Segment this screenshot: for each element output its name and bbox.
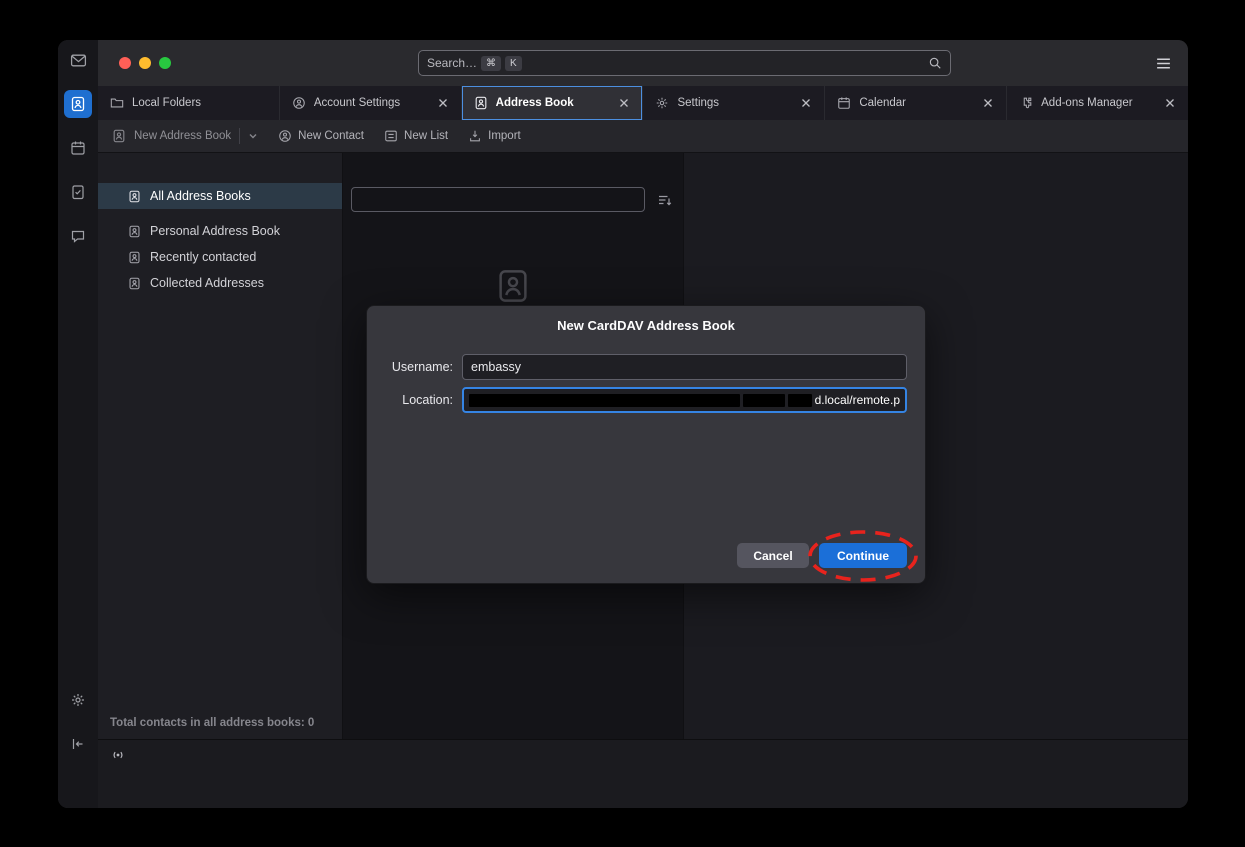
import-label: Import (488, 130, 521, 142)
app-menu-icon[interactable] (1155, 55, 1172, 72)
tab-label: Settings (677, 97, 719, 109)
minimize-window-button[interactable] (139, 57, 151, 69)
new-carddav-dialog: New CardDAV Address Book Username: Locat… (366, 305, 926, 584)
continue-button[interactable]: Continue (819, 543, 907, 568)
close-window-button[interactable] (119, 57, 131, 69)
empty-contacts-placeholder-icon (343, 268, 683, 304)
network-radio-icon (110, 747, 126, 763)
tab-close-icon[interactable] (800, 97, 812, 109)
tab-address-book[interactable]: Address Book (461, 86, 643, 120)
tab-local-folders[interactable]: Local Folders (98, 86, 279, 120)
new-contact-button[interactable]: New Contact (278, 129, 364, 143)
global-search-bar[interactable]: Search… ⌘ K (418, 50, 951, 76)
tab-close-icon[interactable] (437, 97, 449, 109)
new-list-label: New List (404, 130, 448, 142)
folder-row-label: Personal Address Book (150, 224, 280, 238)
folder-row-collected-addresses[interactable]: Collected Addresses (98, 270, 342, 296)
contacts-search-input[interactable] (351, 187, 645, 212)
cancel-button[interactable]: Cancel (737, 543, 809, 568)
tab-close-icon[interactable] (618, 97, 630, 109)
traffic-lights (98, 57, 171, 69)
tab-calendar[interactable]: Calendar (824, 86, 1006, 120)
account-settings-icon (292, 96, 306, 110)
search-icon (928, 56, 942, 70)
status-bar (98, 739, 1188, 808)
folder-row-all-address-books[interactable]: All Address Books (98, 183, 342, 209)
calendar-icon (837, 96, 851, 110)
address-book-icon (128, 190, 141, 203)
person-icon (278, 129, 292, 143)
new-address-book-button[interactable]: New Address Book (112, 128, 258, 144)
tab-settings[interactable]: Settings (642, 86, 824, 120)
mail-icon[interactable] (64, 46, 92, 74)
total-contacts-status: Total contacts in all address books: 0 (98, 717, 342, 739)
folder-row-personal-address-book[interactable]: Personal Address Book (98, 218, 342, 244)
cmd-key-badge: ⌘ (481, 56, 501, 71)
redaction-bar (743, 394, 785, 407)
address-book-icon (112, 129, 126, 143)
redaction-bar (469, 394, 740, 407)
tab-close-icon[interactable] (982, 97, 994, 109)
display-options-icon[interactable] (657, 192, 673, 208)
new-address-book-label: New Address Book (134, 130, 231, 142)
address-book-icon (128, 277, 141, 290)
tab-bar: Local Folders Account Settings Address B… (98, 86, 1188, 120)
activity-bar (58, 40, 98, 808)
tab-label: Account Settings (314, 97, 400, 109)
collapse-sidebar-icon[interactable] (64, 730, 92, 758)
tab-label: Calendar (859, 97, 906, 109)
tab-label: Local Folders (132, 97, 201, 109)
list-icon (384, 129, 398, 143)
tab-account-settings[interactable]: Account Settings (279, 86, 461, 120)
import-icon (468, 129, 482, 143)
gear-icon (655, 96, 669, 110)
new-contact-label: New Contact (298, 130, 364, 142)
new-list-button[interactable]: New List (384, 129, 448, 143)
tab-close-icon[interactable] (1164, 97, 1176, 109)
username-input[interactable] (462, 354, 907, 380)
address-book-icon (474, 96, 488, 110)
address-book-icon (128, 251, 141, 264)
address-book-toolbar: New Address Book New Contact New List (98, 120, 1188, 153)
dialog-title: New CardDAV Address Book (367, 318, 925, 333)
folder-row-label: Collected Addresses (150, 276, 264, 290)
folder-row-label: Recently contacted (150, 250, 256, 264)
k-key-badge: K (505, 56, 522, 71)
chat-nav-icon[interactable] (64, 222, 92, 250)
location-visible-text: d.local/remote.p (815, 393, 900, 407)
username-label: Username: (367, 360, 453, 374)
tab-addons-manager[interactable]: Add-ons Manager (1006, 86, 1188, 120)
titlebar: Search… ⌘ K (98, 40, 1188, 86)
calendar-nav-icon[interactable] (64, 134, 92, 162)
redaction-bar (788, 394, 812, 407)
zoom-window-button[interactable] (159, 57, 171, 69)
puzzle-icon (1019, 96, 1033, 110)
address-book-icon (128, 225, 141, 238)
settings-gear-icon[interactable] (64, 686, 92, 714)
app-window: Search… ⌘ K Local Folders (58, 40, 1188, 808)
search-placeholder: Search… (427, 56, 477, 70)
tab-label: Address Book (496, 97, 574, 109)
divider (239, 128, 240, 144)
folder-row-recently-contacted[interactable]: Recently contacted (98, 244, 342, 270)
tab-label: Add-ons Manager (1041, 97, 1132, 109)
address-book-nav-icon[interactable] (64, 90, 92, 118)
chevron-down-icon[interactable] (248, 131, 258, 141)
tasks-nav-icon[interactable] (64, 178, 92, 206)
import-button[interactable]: Import (468, 129, 521, 143)
location-input[interactable]: d.local/remote.p (462, 387, 907, 413)
folder-icon (110, 96, 124, 110)
folder-row-label: All Address Books (150, 189, 251, 203)
location-label: Location: (367, 393, 453, 407)
address-book-list-pane: All Address Books Personal Address Book … (98, 153, 343, 739)
